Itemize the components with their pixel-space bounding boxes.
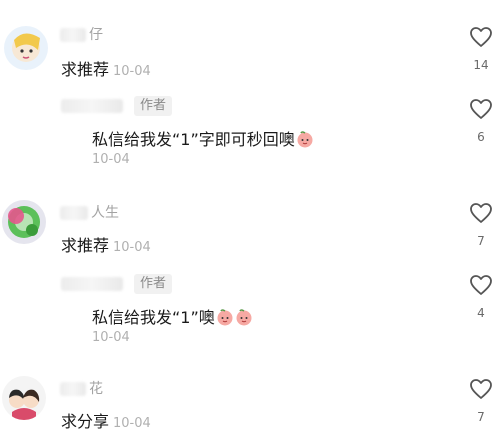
- peach-face-emoji: [297, 131, 313, 148]
- heart-outline-icon: [470, 27, 492, 47]
- avatar[interactable]: [2, 376, 46, 420]
- comment-list: 仔 求推荐 10-04 14 作者 私信给我发“1”字即可秒回噢 10-04 6 …: [0, 0, 500, 444]
- avatar[interactable]: [2, 200, 46, 244]
- author-badge: 作者: [134, 274, 173, 294]
- comment-date: 10-04: [113, 240, 151, 255]
- like-button[interactable]: 7: [466, 378, 496, 424]
- peach-face-emoji: [236, 309, 252, 326]
- reply-text: 私信给我发“1”噢: [92, 304, 253, 328]
- reply-date: 10-04: [92, 152, 130, 167]
- like-count: 4: [477, 306, 485, 320]
- comment-username[interactable]: 仔: [60, 24, 103, 44]
- comment-text: 求推荐 10-04: [61, 60, 151, 79]
- reply-date: 10-04: [92, 330, 130, 345]
- comment-date: 10-04: [113, 64, 151, 79]
- reply-username[interactable]: 作者: [61, 96, 173, 116]
- like-button[interactable]: 6: [466, 98, 496, 144]
- like-button[interactable]: 7: [466, 202, 496, 248]
- comment-text: 求分享 10-04: [61, 412, 151, 431]
- avatar[interactable]: [4, 26, 48, 70]
- like-count: 7: [477, 234, 485, 248]
- like-button[interactable]: 4: [466, 274, 496, 320]
- like-count: 6: [477, 130, 485, 144]
- comment-date: 10-04: [113, 416, 151, 431]
- heart-outline-icon: [470, 99, 492, 119]
- author-badge: 作者: [134, 96, 173, 116]
- heart-outline-icon: [470, 275, 492, 295]
- heart-outline-icon: [470, 203, 492, 223]
- peach-face-emoji: [217, 309, 233, 326]
- comment-username[interactable]: 人生: [60, 202, 119, 222]
- like-count: 14: [473, 58, 489, 72]
- reply-text: 私信给我发“1”字即可秒回噢: [92, 126, 314, 150]
- comment-text: 求推荐 10-04: [61, 236, 151, 255]
- heart-outline-icon: [470, 379, 492, 399]
- reply-username[interactable]: 作者: [61, 274, 173, 294]
- like-button[interactable]: 14: [466, 26, 496, 72]
- comment-username[interactable]: 花: [60, 378, 103, 398]
- like-count: 7: [477, 410, 485, 424]
